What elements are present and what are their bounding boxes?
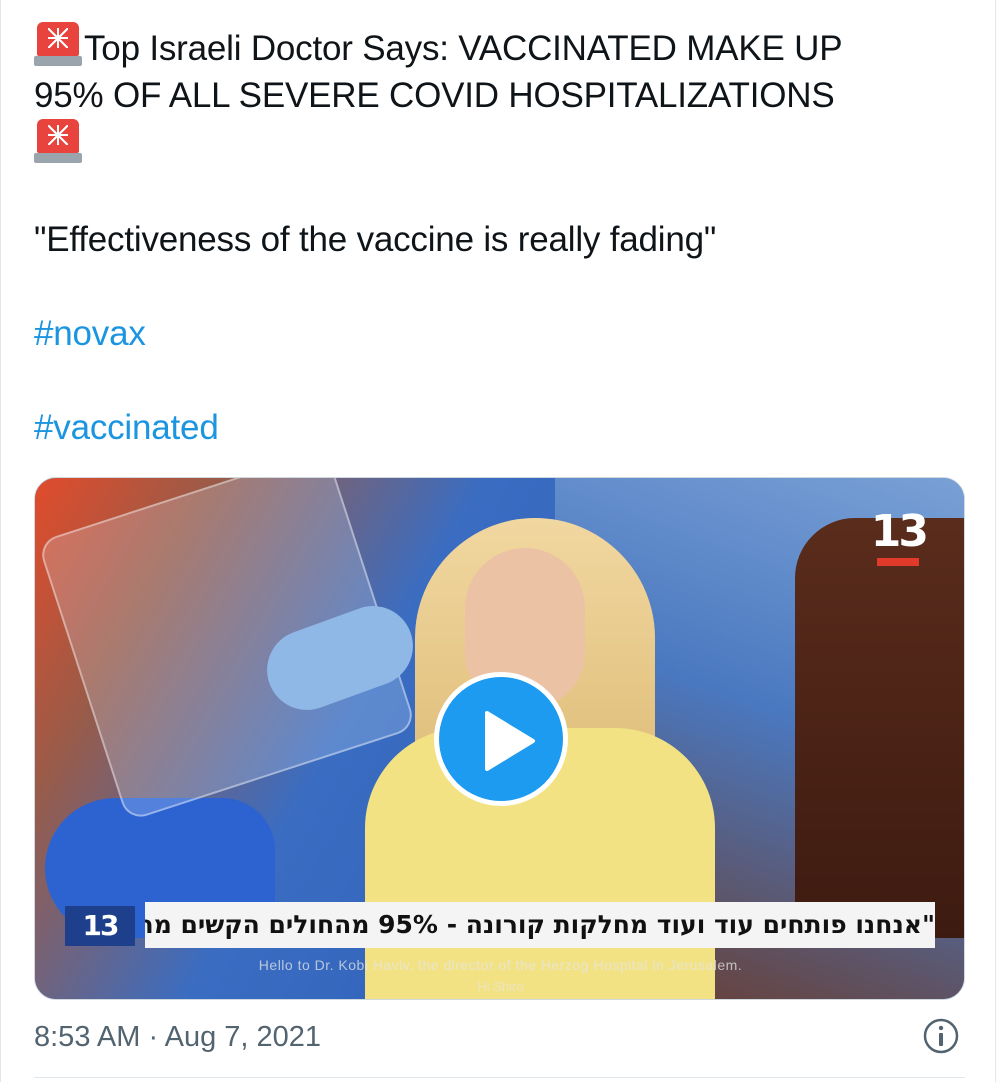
tweet-text: Top Israeli Doctor Says: VACCINATED MAKE…: [34, 22, 954, 451]
tweet-card: Top Israeli Doctor Says: VACCINATED MAKE…: [0, 0, 996, 1082]
headline-line-3: [34, 119, 954, 169]
meta-separator: ·: [148, 1021, 159, 1053]
info-icon[interactable]: [922, 1017, 960, 1055]
headline-text-1: Top Israeli Doctor Says: VACCINATED MAKE…: [84, 29, 843, 68]
tweet-date: Aug 7, 2021: [164, 1021, 322, 1053]
ticker-text: "אנחנו פותחים עוד ועוד מחלקות קורונה - 9…: [145, 902, 935, 948]
play-icon: [485, 711, 535, 771]
news-ticker: 13 "אנחנו פותחים עוד ועוד מחלקות קורונה …: [35, 900, 964, 952]
play-button[interactable]: [434, 672, 568, 806]
video-player[interactable]: 13 13 "אנחנו פותחים עוד ועוד מחלקות קורו…: [34, 477, 965, 1000]
video-subtitle-2: Hi Shiro: [477, 979, 524, 994]
ticker-logo: 13: [65, 906, 135, 946]
siren-icon: [34, 22, 82, 66]
channel-logo-text: 13: [870, 506, 929, 557]
siren-icon: [34, 119, 82, 163]
tweet-timestamp[interactable]: 8:53 AM · Aug 7, 2021: [34, 1018, 321, 1056]
divider: [34, 1077, 965, 1078]
hashtag-vaccinated[interactable]: #vaccinated: [34, 408, 219, 447]
headline-line-2: 95% OF ALL SEVERE COVID HOSPITALIZATIONS: [34, 76, 835, 115]
headline-line-1: Top Israeli Doctor Says: VACCINATED MAKE…: [34, 22, 954, 72]
hashtag-novax[interactable]: #novax: [34, 314, 146, 353]
channel-logo: 13: [871, 510, 929, 566]
tweet-quote: "Effectiveness of the vaccine is really …: [34, 220, 717, 259]
video-figure-right: [795, 518, 964, 938]
video-subtitle: Hello to Dr. Kobi Haviv, the director of…: [258, 957, 743, 973]
tweet-time: 8:53 AM: [34, 1021, 141, 1053]
